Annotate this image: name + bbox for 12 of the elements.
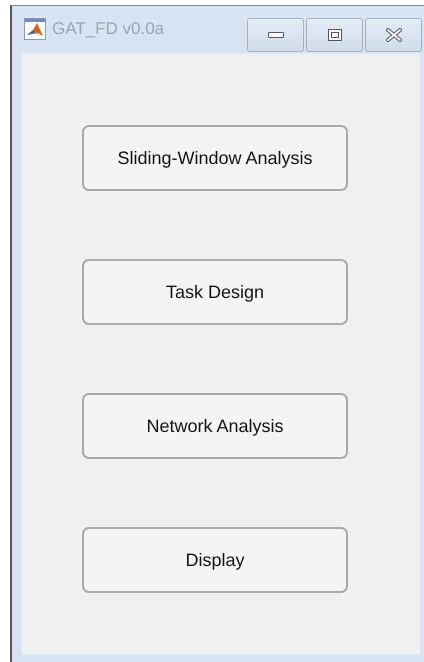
close-icon [384, 28, 402, 42]
menu-button[interactable]: Network Analysis [82, 393, 348, 459]
maximize-icon [328, 29, 342, 41]
maximize-button[interactable] [306, 18, 363, 52]
menu-button[interactable]: Task Design [82, 259, 348, 325]
menu-button[interactable]: Sliding-Window Analysis [82, 125, 348, 191]
close-button[interactable] [365, 18, 422, 52]
minimize-button[interactable] [247, 18, 304, 52]
minimize-icon [268, 32, 284, 38]
window-title: GAT_FD v0.0a [52, 18, 164, 40]
app-icon [24, 18, 46, 40]
menu-button[interactable]: Display [82, 527, 348, 593]
